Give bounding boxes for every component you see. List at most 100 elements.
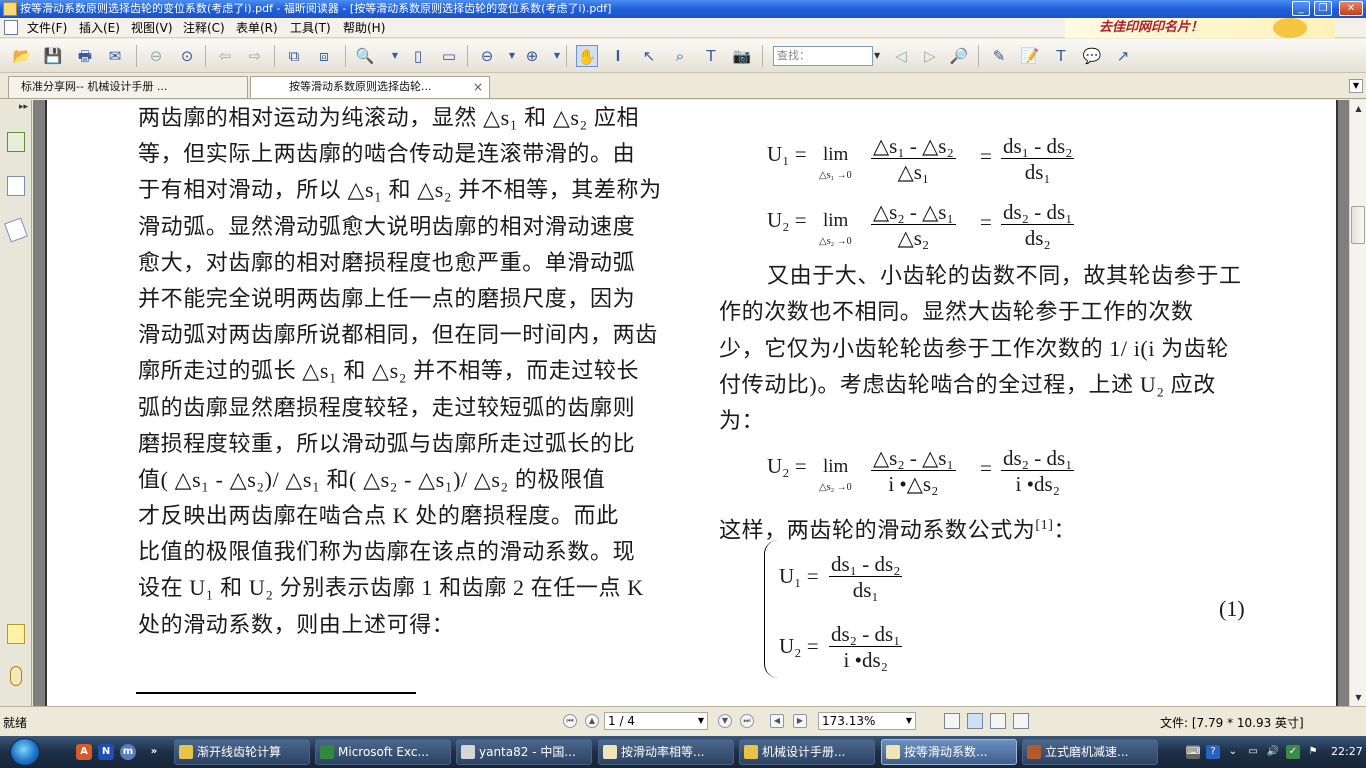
print-icon[interactable]: 🖶 bbox=[74, 45, 96, 67]
next-page-icon[interactable]: ⊙ bbox=[176, 45, 198, 67]
vertical-scrollbar[interactable]: ▲ ▼ bbox=[1349, 100, 1366, 706]
previous-page-icon[interactable]: ⊖ bbox=[145, 45, 167, 67]
chevron-down-icon[interactable]: ▼ bbox=[546, 45, 568, 67]
zoom-plus-icon[interactable]: ⊕ bbox=[521, 45, 543, 67]
taskbar-label: yanta82 - 中国... bbox=[479, 745, 576, 759]
zoom-in-icon[interactable]: 🔍 bbox=[354, 45, 376, 67]
email-icon[interactable]: ✉ bbox=[104, 45, 126, 67]
menu-tools[interactable]: 工具(T) bbox=[290, 20, 331, 36]
copy-pages-icon[interactable]: ⧉ bbox=[283, 45, 305, 67]
typewriter-icon[interactable]: ✎ bbox=[988, 45, 1010, 67]
back-icon[interactable]: ⇦ bbox=[214, 45, 236, 67]
previous-page-icon[interactable]: ▲ bbox=[585, 714, 599, 728]
chevron-down-icon[interactable]: ▼ bbox=[874, 51, 880, 60]
eq-denominator: ds₁ bbox=[1024, 160, 1051, 184]
search-icon[interactable]: 🔎 bbox=[948, 45, 970, 67]
note-icon[interactable]: 📝 bbox=[1019, 45, 1041, 67]
taskbar-button[interactable]: yanta82 - 中国... bbox=[456, 739, 592, 765]
help-icon[interactable]: ? bbox=[1206, 745, 1220, 759]
attachment-icon[interactable] bbox=[10, 666, 22, 686]
eq-denominator: i •△s₂ bbox=[888, 472, 939, 496]
arrow-tool-icon[interactable]: ↗ bbox=[1112, 45, 1134, 67]
start-button[interactable] bbox=[10, 738, 40, 766]
ad-banner[interactable]: 去佳印网印名片！ bbox=[1065, 18, 1335, 38]
collapse-icon[interactable]: ▸▸ bbox=[19, 102, 28, 112]
first-page-icon[interactable]: ⏮ bbox=[563, 714, 577, 728]
quicklaunch-icon[interactable]: A bbox=[76, 744, 92, 760]
restore-button[interactable]: ❐ bbox=[1314, 1, 1332, 16]
quicklaunch-icon[interactable]: N bbox=[98, 744, 114, 760]
binocular-icon[interactable]: ⌕ bbox=[669, 45, 691, 67]
page-number-field[interactable]: 1 / 4 ▼ bbox=[604, 712, 708, 730]
facing-view-icon[interactable] bbox=[990, 713, 1006, 729]
menu-help[interactable]: 帮助(H) bbox=[343, 20, 385, 36]
save-icon[interactable]: 💾 bbox=[42, 45, 64, 67]
chevron-down-icon[interactable]: ▼ bbox=[384, 45, 406, 67]
eq-numerator: ds₂ - ds₁ bbox=[1001, 446, 1075, 471]
taskbar-button[interactable]: 按滑动率相等... bbox=[598, 739, 734, 765]
chevron-down-icon[interactable]: ⌄ bbox=[1226, 745, 1240, 759]
chevron-down-icon[interactable]: ▼ bbox=[906, 713, 912, 729]
text-line: 又由于大、小齿轮的齿数不同，故其轮齿参于工 bbox=[767, 263, 1242, 288]
zoom-out-icon[interactable]: ⊖ bbox=[476, 45, 498, 67]
close-button[interactable]: ✕ bbox=[1339, 1, 1363, 16]
menu-comment[interactable]: 注释(C) bbox=[183, 20, 225, 36]
taskbar-button[interactable]: 渐开线齿轮计算 bbox=[174, 739, 310, 765]
scrollbar-thumb[interactable] bbox=[1351, 206, 1365, 244]
layers-icon[interactable] bbox=[4, 217, 28, 243]
status-bar: 就绪 ⏮ ▲ 1 / 4 ▼ ▼ ⏭ ◀ ▶ 173.13% ▼ 文件: [7.… bbox=[0, 706, 1366, 736]
taskbar-button[interactable]: 按等滑动系数... bbox=[881, 739, 1017, 765]
menu-form[interactable]: 表单(R) bbox=[236, 20, 278, 36]
snapshot-icon[interactable]: 📷 bbox=[731, 45, 753, 67]
find-next-icon[interactable]: ▷ bbox=[919, 45, 941, 67]
scroll-up-icon[interactable]: ▲ bbox=[1350, 100, 1366, 117]
scroll-down-icon[interactable]: ▼ bbox=[1350, 689, 1366, 706]
textbox-icon[interactable]: T bbox=[1050, 45, 1072, 67]
text-tool-icon[interactable]: T bbox=[700, 45, 722, 67]
chevron-down-icon[interactable]: ▼ bbox=[698, 713, 704, 729]
tab-standard-share[interactable]: 标准分享网-- 机械设计手册 ... bbox=[8, 76, 248, 98]
forward-view-icon[interactable]: ▶ bbox=[793, 714, 807, 728]
fit-page-icon[interactable]: ▯ bbox=[407, 45, 429, 67]
menu-insert[interactable]: 插入(E) bbox=[79, 20, 120, 36]
chevron-right-icon[interactable]: » bbox=[146, 744, 162, 760]
open-icon[interactable]: 📂 bbox=[11, 45, 33, 67]
keyboard-icon[interactable]: ⌨ bbox=[1186, 745, 1200, 759]
hand-tool-icon[interactable]: ✋ bbox=[576, 45, 598, 67]
bookmarks-icon[interactable] bbox=[7, 132, 25, 152]
back-view-icon[interactable]: ◀ bbox=[770, 714, 784, 728]
flag-icon[interactable]: ⚑ bbox=[1306, 745, 1320, 759]
taskbar-button[interactable]: Microsoft Exc... bbox=[315, 739, 451, 765]
network-icon[interactable]: ▭ bbox=[1246, 745, 1260, 759]
menu-file[interactable]: 文件(F) bbox=[27, 20, 67, 36]
text-select-icon[interactable]: 𝐈 bbox=[607, 45, 629, 67]
pages-icon[interactable] bbox=[7, 176, 25, 196]
quicklaunch-icon[interactable]: m bbox=[120, 744, 136, 760]
continuous-facing-view-icon[interactable] bbox=[1013, 713, 1029, 729]
comment-icon[interactable]: 💬 bbox=[1081, 45, 1103, 67]
comments-icon[interactable] bbox=[7, 624, 25, 644]
chevron-down-icon[interactable]: ▼ bbox=[501, 45, 523, 67]
last-page-icon[interactable]: ⏭ bbox=[740, 714, 754, 728]
chevron-down-icon[interactable]: ▼ bbox=[1349, 79, 1363, 93]
volume-icon[interactable]: 🔊 bbox=[1266, 745, 1280, 759]
arrow-select-icon[interactable]: ↖ bbox=[638, 45, 660, 67]
security-icon[interactable]: ✓ bbox=[1286, 745, 1300, 759]
menu-view[interactable]: 视图(V) bbox=[131, 20, 173, 36]
tab-current-document[interactable]: 按等滑动系数原则选择齿轮... × bbox=[250, 76, 490, 98]
taskbar-button[interactable]: 机械设计手册... bbox=[739, 739, 875, 765]
search-input[interactable]: 查找： bbox=[773, 46, 873, 66]
close-icon[interactable]: × bbox=[473, 77, 483, 97]
fit-width-icon[interactable]: ▭ bbox=[438, 45, 460, 67]
zoom-field[interactable]: 173.13% ▼ bbox=[818, 712, 916, 730]
status-text: 就绪 bbox=[3, 716, 28, 730]
next-page-icon[interactable]: ▼ bbox=[718, 714, 732, 728]
find-previous-icon[interactable]: ◁ bbox=[890, 45, 912, 67]
minimize-button[interactable]: _ bbox=[1292, 1, 1310, 16]
document-viewport[interactable]: 两齿廓的相对运动为纯滚动，显然 △s₁ 和 △s₂ 应相 等，但实际上两齿廓的啮合… bbox=[33, 100, 1349, 706]
continuous-view-icon[interactable] bbox=[967, 713, 983, 729]
single-page-view-icon[interactable] bbox=[944, 713, 960, 729]
paste-pages-icon[interactable]: ⧈ bbox=[313, 45, 335, 67]
taskbar-button[interactable]: 立式磨机减速... bbox=[1022, 739, 1158, 765]
forward-icon[interactable]: ⇨ bbox=[244, 45, 266, 67]
